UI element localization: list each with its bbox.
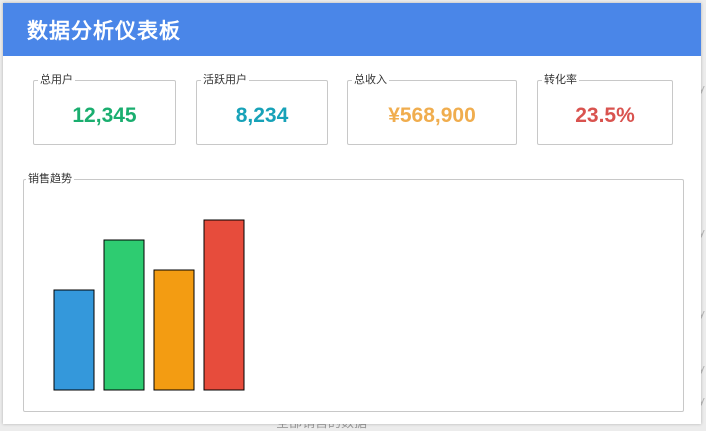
- stat-value-total-users: 12,345: [72, 104, 137, 127]
- stat-card-conversion: 转化率 23.5%: [537, 73, 673, 145]
- stat-value-revenue: ¥568,900: [388, 104, 476, 127]
- stat-card-total-users: 总用户 12,345: [33, 73, 176, 145]
- dashboard-window: 数据分析仪表板 总用户 12,345 活跃用户 8,234 总收入 ¥568,9…: [3, 3, 701, 424]
- stat-card-revenue: 总收入 ¥568,900: [347, 73, 517, 145]
- stat-card-active-users: 活跃用户 8,234: [196, 73, 328, 145]
- chart-bar-4: [203, 219, 245, 391]
- chart-bar-3: [153, 269, 195, 391]
- stat-value-active-users: 8,234: [235, 104, 289, 127]
- stat-label-active-users: 活跃用户: [201, 73, 249, 87]
- sales-trend-panel: 销售趋势: [23, 172, 684, 412]
- stat-value-conversion: 23.5%: [575, 104, 635, 127]
- title-bar: 数据分析仪表板: [3, 3, 701, 56]
- stat-label-total-users: 总用户: [38, 73, 75, 87]
- stat-label-revenue: 总收入: [352, 73, 389, 87]
- stat-label-conversion: 转化率: [542, 73, 579, 87]
- chart-bar-2: [103, 239, 145, 391]
- dashboard-title: 数据分析仪表板: [27, 19, 181, 43]
- sales-trend-chart: [53, 219, 245, 391]
- chart-bar-1: [53, 289, 95, 391]
